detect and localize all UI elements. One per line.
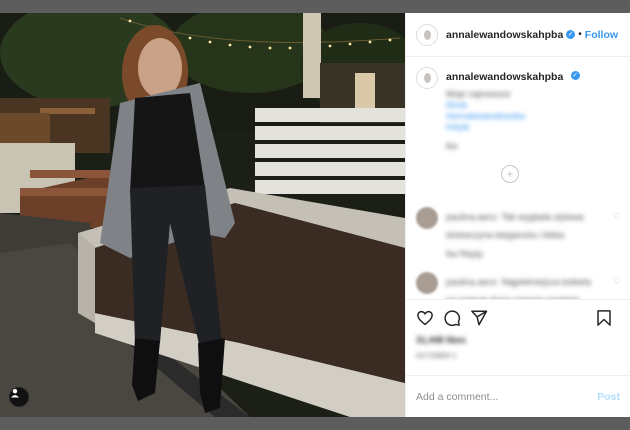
action-bar (406, 299, 630, 335)
caption-row: annalewandowskahpba ✓ (416, 67, 620, 89)
add-comment-bar: Post (406, 375, 630, 417)
follow-button[interactable]: Follow (585, 29, 618, 41)
avatar[interactable] (416, 272, 438, 294)
post-side-panel: annalewandowskahpba ✓ • Follow annalewan… (405, 13, 630, 417)
comment-like-icon[interactable]: ♡ (613, 276, 621, 287)
comment-icon[interactable] (443, 309, 461, 327)
comment-like-icon[interactable]: ♡ (613, 211, 621, 222)
post-photo[interactable] (0, 13, 405, 417)
caption-avatar[interactable] (416, 67, 438, 89)
comment-item: paulina.aeco Najpiekniejsza kobieta na s… (416, 272, 621, 299)
post-header: annalewandowskahpba ✓ • Follow (406, 13, 630, 57)
verified-badge-icon: ✓ (566, 30, 576, 39)
post-modal: annalewandowskahpba ✓ • Follow annalewan… (0, 13, 630, 417)
verified-badge-icon: ✓ (570, 71, 580, 81)
comments-list[interactable]: annalewandowskahpba ✓ Moje najnowsze #lo… (406, 57, 630, 299)
heart-icon[interactable] (416, 309, 434, 327)
user-tag-glyph (11, 389, 19, 398)
post-meta: 31,448 likes OCTOBER 2 (406, 335, 630, 375)
load-more-icon[interactable]: + (501, 165, 519, 183)
hashtag[interactable]: #look (446, 100, 620, 111)
post-date: OCTOBER 2 (416, 353, 457, 360)
caption-text: Moje najnowsze (446, 89, 511, 99)
caption-body: Moje najnowsze #look #annalewandowska #s… (446, 89, 620, 152)
avatar[interactable] (416, 207, 438, 229)
share-icon[interactable] (470, 309, 488, 327)
post-comment-button[interactable]: Post (597, 391, 620, 403)
bookmark-icon[interactable] (595, 309, 613, 327)
avatar[interactable] (416, 23, 438, 46)
likes-count[interactable]: 31,448 likes (416, 335, 620, 346)
follow-separator: • (578, 29, 582, 40)
comment-meta[interactable]: 6w Reply (446, 249, 601, 260)
header-username[interactable]: annalewandowskahpba (446, 29, 563, 41)
caption-username[interactable]: annalewandowskahpba (446, 71, 563, 83)
user-tag-icon[interactable] (9, 387, 29, 407)
hashtag[interactable]: #annalewandowska (446, 111, 620, 122)
comment-item: paulina.aeco Tak wyglada stylowa dziewcz… (416, 207, 621, 260)
post-photo-image (0, 13, 405, 417)
add-comment-input[interactable] (416, 390, 576, 403)
hashtag[interactable]: #style (446, 122, 620, 133)
comment-username[interactable]: paulina.aeco (446, 212, 497, 222)
comment-username[interactable]: paulina.aeco (446, 277, 497, 287)
caption-time: 6w (446, 141, 458, 151)
